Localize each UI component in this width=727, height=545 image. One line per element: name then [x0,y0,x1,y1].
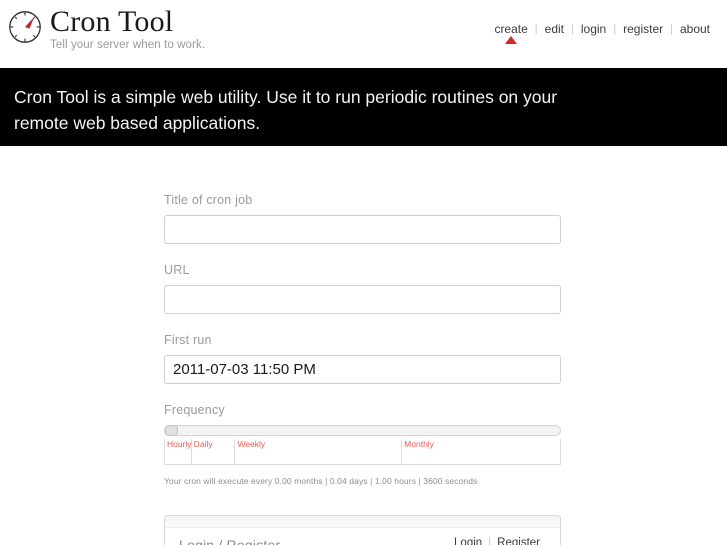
frequency-slider-track[interactable] [164,425,561,436]
panel-topbar [165,516,560,528]
tagline-banner: Cron Tool is a simple web utility. Use i… [0,68,727,146]
url-input[interactable] [164,285,561,314]
clock-icon [8,10,42,49]
frequency-slider-handle[interactable] [165,425,178,436]
title-input[interactable] [164,215,561,244]
panel-tab-login-label: Login [454,537,483,545]
frequency-tick[interactable]: Daily [191,439,236,465]
frequency-tick[interactable]: Monthly [402,439,561,465]
frequency-label: Frequency [164,403,225,417]
field-title: Title of cron job [164,192,561,244]
field-first-run: First run [164,332,561,384]
page-root: Cron Tool Tell your server when to work.… [0,0,727,545]
frequency-tick[interactable]: Weekly [235,439,403,465]
panel-header: Login / Register Login | Register [165,528,560,545]
title-label: Title of cron job [164,193,253,207]
frequency-tick-label: Hourly [167,439,192,449]
nav-item-create-label: create [494,22,528,36]
frequency-tick-label: Daily [193,439,213,449]
panel-title: Login / Register [179,537,281,545]
site-header: Cron Tool Tell your server when to work.… [0,0,727,68]
logo[interactable]: Cron Tool Tell your server when to work. [8,6,205,52]
field-frequency: Frequency Hourly Daily Weekly Monthly Your … [164,402,561,487]
main-content: Title of cron job URL First run Frequenc… [0,146,727,545]
frequency-slider-wrap: Hourly Daily Weekly Monthly Your cron will … [164,425,561,487]
frequency-tick-label: Monthly [404,439,434,449]
frequency-tick-scale: Hourly Daily Weekly Monthly [164,439,561,465]
url-label: URL [164,263,190,277]
nav-item-login[interactable]: login [574,22,613,36]
logo-title: Cron Tool [50,5,174,38]
frequency-tick-label: Weekly [237,439,266,449]
frequency-tick[interactable]: Hourly [164,439,192,465]
frequency-summary: Your cron will execute every 0.00 months… [164,476,478,486]
login-register-panel: Login / Register Login | Register [164,515,561,545]
field-url: URL [164,262,561,314]
logo-tagline: Tell your server when to work. [50,39,206,51]
nav-item-register[interactable]: register [616,22,670,36]
nav-item-about[interactable]: about [673,22,717,36]
first-run-label: First run [164,333,212,347]
nav-item-create[interactable]: create [487,22,534,44]
main-navigation: create | edit | login | register | about [487,22,717,44]
logo-text: Cron Tool Tell your server when to work. [50,6,205,52]
panel-tab-login[interactable]: Login [448,536,488,545]
active-nav-marker-icon [505,36,518,44]
nav-item-edit[interactable]: edit [538,22,571,36]
panel-tab-register[interactable]: Register [491,536,546,545]
first-run-input[interactable] [164,355,561,384]
cron-form: Title of cron job URL First run Frequenc… [164,192,561,505]
banner-text: Cron Tool is a simple web utility. Use i… [14,87,558,133]
panel-tabs: Login | Register [448,536,546,545]
